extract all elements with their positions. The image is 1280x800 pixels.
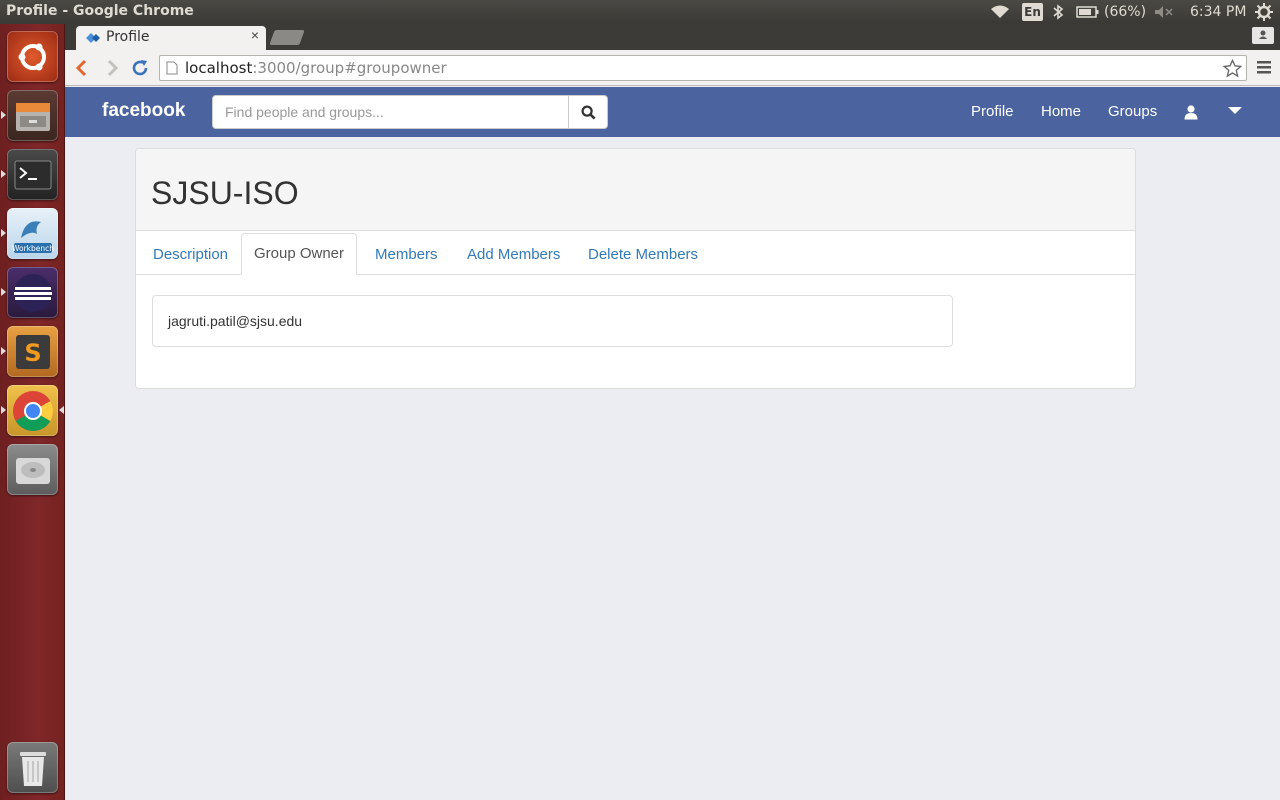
reload-icon[interactable] — [130, 58, 150, 78]
launcher-running-indicator — [1, 170, 6, 178]
tab-title: Profile — [106, 29, 150, 45]
new-tab-button[interactable] — [269, 30, 305, 45]
url-text: localhost:3000/group#groupowner — [185, 59, 447, 77]
battery-icon[interactable] — [1076, 0, 1100, 24]
window-title: Profile - Google Chrome — [6, 3, 194, 19]
tab-add-members[interactable]: Add Members — [467, 246, 560, 263]
group-title: SJSU-ISO — [151, 175, 299, 211]
tab-description[interactable]: Description — [153, 246, 228, 263]
system-settings-icon[interactable] — [1255, 0, 1273, 24]
launcher-running-indicator — [1, 111, 6, 119]
bookmark-star-icon[interactable] — [1223, 59, 1242, 78]
brand-link[interactable]: facebook — [102, 100, 185, 122]
search-button[interactable] — [568, 95, 608, 129]
browser-tab[interactable]: Profile — [76, 26, 266, 50]
sublime-glyph: S — [24, 339, 41, 367]
group-owner-email: jagruti.patil@sjsu.edu — [168, 313, 303, 329]
launcher-running-indicator — [1, 406, 6, 414]
account-dropdown-caret-icon[interactable] — [1228, 107, 1242, 114]
battery-percent: (66%) — [1104, 4, 1147, 20]
clock[interactable]: 6:34 PM — [1190, 0, 1246, 24]
address-bar[interactable]: localhost:3000/group#groupowner — [159, 55, 1247, 81]
disk-icon[interactable] — [7, 444, 58, 495]
launcher-running-indicator — [1, 229, 6, 237]
eclipse-icon[interactable] — [7, 267, 58, 318]
tab-favicon-icon — [86, 33, 100, 43]
forward-icon[interactable] — [102, 58, 122, 78]
profile-icon[interactable] — [1252, 27, 1274, 44]
launcher-running-indicator — [1, 347, 6, 355]
workbench-label: Workbench — [12, 244, 54, 253]
launcher-focused-indicator — [59, 406, 64, 414]
top-panel: Profile - Google Chrome En (66%) 6:34 PM — [0, 0, 1280, 24]
nav-home-link[interactable]: Home — [1041, 103, 1081, 120]
trash-icon[interactable] — [7, 742, 58, 793]
tab-group-owner[interactable]: Group Owner — [241, 233, 357, 275]
launcher-running-indicator — [1, 288, 6, 296]
url-host: localhost — [185, 59, 253, 77]
nav-groups-link[interactable]: Groups — [1108, 103, 1157, 120]
tab-members[interactable]: Members — [375, 246, 438, 263]
tab-close-icon[interactable]: × — [248, 27, 262, 43]
terminal-icon[interactable] — [7, 149, 58, 200]
page-icon — [166, 61, 178, 75]
sublime-text-icon[interactable]: S — [7, 326, 58, 377]
back-icon[interactable] — [73, 58, 93, 78]
ubuntu-dash-icon[interactable] — [7, 31, 58, 82]
chrome-menu-icon[interactable] — [1256, 59, 1272, 75]
chrome-icon[interactable] — [7, 385, 58, 436]
wifi-icon[interactable] — [990, 0, 1010, 24]
files-icon[interactable] — [7, 90, 58, 141]
nav-profile-link[interactable]: Profile — [971, 103, 1014, 120]
bluetooth-icon[interactable] — [1052, 0, 1064, 24]
search-icon — [580, 104, 596, 120]
mysql-workbench-icon[interactable]: Workbench — [7, 208, 58, 259]
keyboard-layout-indicator[interactable]: En — [1022, 3, 1043, 21]
search-input[interactable] — [212, 95, 569, 129]
user-icon[interactable] — [1183, 104, 1199, 120]
volume-muted-icon[interactable] — [1154, 0, 1174, 24]
tab-delete-members[interactable]: Delete Members — [588, 246, 698, 263]
url-path: :3000/group#groupowner — [252, 59, 447, 77]
